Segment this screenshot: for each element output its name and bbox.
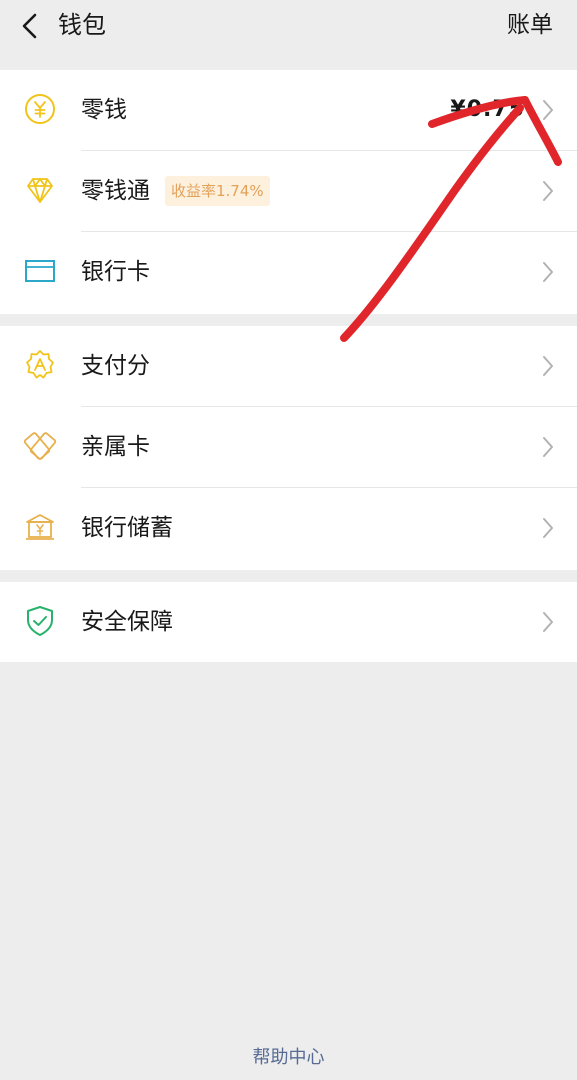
list-item-change[interactable]: 零钱 ¥0.75: [0, 70, 577, 151]
family-card-icon: [23, 429, 57, 463]
credit-score-badge-icon: [23, 348, 57, 382]
bank-building-icon: [23, 510, 57, 544]
list-item-family-card[interactable]: 亲属卡: [0, 407, 577, 488]
list-item-label: 亲属卡: [81, 434, 150, 460]
list-item-bank-card[interactable]: 银行卡: [0, 232, 577, 313]
back-button[interactable]: [12, 8, 46, 44]
list-item-bank-savings[interactable]: 银行储蓄: [0, 488, 577, 569]
chevron-right-icon: [541, 516, 555, 540]
list-item-label: 支付分: [81, 353, 150, 379]
bank-card-icon: [23, 254, 57, 288]
help-center-link[interactable]: 帮助中心: [0, 1044, 577, 1072]
chevron-right-icon: [541, 435, 555, 459]
list-item-label: 银行储蓄: [81, 515, 173, 541]
security-group: 安全保障: [0, 582, 577, 662]
chevron-left-icon: [22, 13, 37, 39]
chevron-right-icon: [541, 610, 555, 634]
list-item-security[interactable]: 安全保障: [0, 582, 577, 663]
chevron-right-icon: [541, 354, 555, 378]
diamond-icon: [23, 173, 57, 207]
page-title: 钱包: [58, 11, 106, 39]
shield-check-icon: [23, 604, 57, 638]
chevron-right-icon: [541, 98, 555, 122]
list-item-label: 零钱通: [81, 178, 150, 204]
list-item-label: 安全保障: [81, 609, 173, 635]
yield-rate-badge: 收益率1.74%: [165, 176, 270, 206]
chevron-right-icon: [541, 260, 555, 284]
list-item-lingqiantong[interactable]: 零钱通 收益率1.74%: [0, 151, 577, 232]
list-item-label: 零钱: [81, 97, 127, 123]
wallet-balance-group: 零钱 ¥0.75 零钱通 收益率1.74% 银行卡: [0, 70, 577, 314]
bill-button[interactable]: 账单: [507, 10, 553, 40]
list-item-label: 银行卡: [81, 259, 150, 285]
wallet-services-group: 支付分 亲属卡 银行储蓄: [0, 326, 577, 570]
balance-value: ¥0.75: [450, 97, 525, 122]
chevron-right-icon: [541, 179, 555, 203]
navigation-bar: 钱包 账单: [0, 0, 577, 70]
yuan-coin-icon: [23, 92, 57, 126]
list-item-payscore[interactable]: 支付分: [0, 326, 577, 407]
